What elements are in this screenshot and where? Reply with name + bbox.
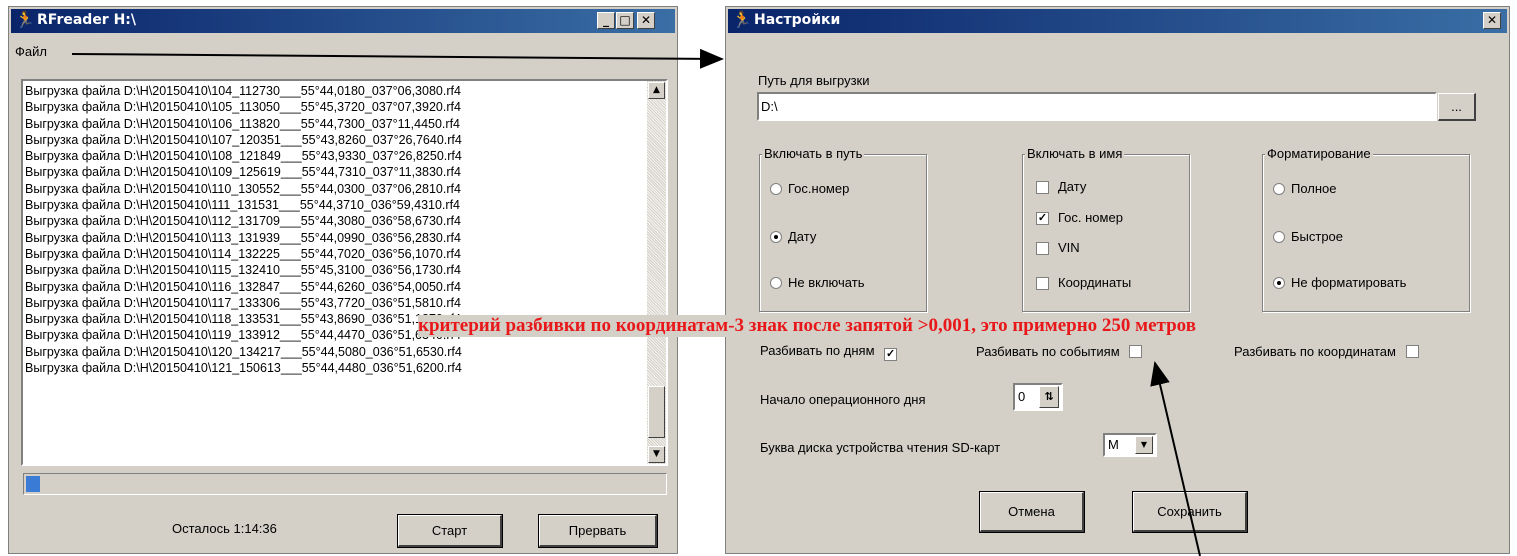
log-line: Выгрузка файла D:\H\20150410\108_121849_…	[25, 149, 462, 164]
scroll-thumb[interactable]	[648, 386, 665, 438]
split-coords[interactable]: Разбивать по координатам	[1234, 343, 1419, 359]
log-line: Выгрузка файла D:\H\20150410\111_131531_…	[25, 198, 460, 213]
radio-button	[1273, 277, 1285, 289]
radio-format-full[interactable]: Полное	[1273, 181, 1337, 196]
main-title-bar[interactable]: 🏃 RFreader H:\ _ □ ✕	[11, 9, 675, 33]
menu-file[interactable]: Файл	[15, 44, 47, 59]
log-scrollbar[interactable]: ▲ ▼	[647, 81, 666, 464]
rfreader-window: 🏃 RFreader H:\ _ □ ✕ Файл Выгрузка файла…	[8, 6, 678, 554]
check-name-date[interactable]: Дату	[1036, 179, 1086, 194]
log-line: Выгрузка файла D:\H\20150410\120_134217_…	[25, 344, 462, 359]
day-start-value: 0	[1018, 389, 1026, 404]
group-include-name-legend: Включать в имя	[1025, 146, 1125, 161]
sd-drive-label: Буква диска устройства чтения SD-карт	[760, 440, 1001, 455]
log-line: Выгрузка файла D:\H\20150410\117_133306_…	[25, 295, 461, 310]
log-line: Выгрузка файла D:\H\20150410\110_130552_…	[25, 181, 461, 196]
radio-button	[770, 183, 782, 195]
log-list: Выгрузка файла D:\H\20150410\104_112730_…	[25, 83, 643, 463]
split-days[interactable]: Разбивать по дням ✓	[760, 343, 898, 361]
radio-button	[1273, 183, 1285, 195]
log-line: Выгрузка файла D:\H\20150410\112_131709_…	[25, 214, 461, 229]
radio-path-plate[interactable]: Гос.номер	[770, 181, 849, 196]
group-include-name: Включать в имя Дату ✓ Гос. номер VIN Коо…	[1022, 146, 1190, 312]
save-button[interactable]: Сохранить	[1132, 491, 1248, 533]
start-button[interactable]: Старт	[397, 514, 503, 548]
close-icon[interactable]: ✕	[1483, 12, 1501, 29]
group-formatting-legend: Форматирование	[1265, 146, 1373, 161]
log-line: Выгрузка файла D:\H\20150410\116_132847_…	[25, 279, 461, 294]
chevron-down-icon[interactable]: ▼	[1135, 436, 1153, 454]
day-start-spinner[interactable]: 0 ⇅	[1013, 383, 1063, 411]
scroll-down-icon[interactable]: ▼	[648, 446, 665, 463]
sd-drive-value: M	[1108, 437, 1119, 452]
log-line: Выгрузка файла D:\H\20150410\106_113820_…	[25, 116, 460, 131]
log-line: Выгрузка файла D:\H\20150410\109_125619_…	[25, 165, 461, 180]
log-line: Выгрузка файла D:\H\20150410\107_120351_…	[25, 132, 462, 147]
radio-format-quick[interactable]: Быстрое	[1273, 229, 1343, 244]
checkbox: ✓	[1036, 212, 1049, 225]
settings-title-bar[interactable]: 🏃 Настройки ✕	[728, 9, 1507, 33]
minimize-icon[interactable]: _	[597, 12, 615, 29]
browse-button[interactable]: ...	[1438, 93, 1476, 121]
main-window-title: RFreader H:\	[37, 12, 137, 28]
progress-bar	[23, 473, 667, 495]
radio-path-date[interactable]: Дату	[770, 229, 816, 244]
annotation-text: критерий разбивки по координатам-3 знак …	[418, 315, 1196, 337]
settings-window: 🏃 Настройки ✕ Путь для выгрузки D:\ ... …	[725, 6, 1510, 554]
scroll-up-icon[interactable]: ▲	[648, 82, 665, 99]
spin-updown-icon[interactable]: ⇅	[1039, 386, 1059, 408]
settings-window-title: Настройки	[754, 12, 841, 28]
checkbox	[1036, 277, 1049, 290]
check-name-plate[interactable]: ✓ Гос. номер	[1036, 210, 1123, 225]
group-include-path-legend: Включать в путь	[762, 146, 865, 161]
log-line: Выгрузка файла D:\H\20150410\113_131939_…	[25, 230, 461, 245]
log-line: Выгрузка файла D:\H\20150410\115_132410_…	[25, 263, 461, 278]
checkbox	[1036, 242, 1049, 255]
check-name-coords[interactable]: Координаты	[1036, 275, 1131, 290]
split-events[interactable]: Разбивать по событиям	[976, 343, 1143, 359]
checkbox	[1129, 345, 1143, 358]
path-input[interactable]: D:\	[757, 92, 1437, 121]
abort-button[interactable]: Прервать	[538, 514, 658, 548]
radio-format-none[interactable]: Не форматировать	[1273, 275, 1406, 290]
group-formatting: Форматирование Полное Быстрое Не формати…	[1262, 146, 1470, 312]
running-man-icon: 🏃	[732, 12, 752, 29]
checkbox	[1405, 345, 1419, 358]
progress-fill	[26, 476, 40, 492]
checkbox: ✓	[884, 348, 898, 361]
path-input-value: D:\	[761, 99, 778, 114]
path-label: Путь для выгрузки	[758, 73, 870, 88]
check-name-vin[interactable]: VIN	[1036, 240, 1080, 255]
radio-button	[1273, 231, 1285, 243]
log-line: Выгрузка файла D:\H\20150410\114_132225_…	[25, 246, 461, 261]
sd-drive-select[interactable]: M ▼	[1103, 433, 1157, 457]
cancel-button[interactable]: Отмена	[979, 491, 1085, 533]
remaining-time: Осталось 1:14:36	[172, 521, 277, 536]
close-icon[interactable]: ✕	[637, 12, 655, 29]
group-include-path: Включать в путь Гос.номер Дату Не включа…	[759, 146, 927, 312]
log-line: Выгрузка файла D:\H\20150410\104_112730_…	[25, 84, 461, 98]
checkbox	[1036, 181, 1049, 194]
radio-path-none[interactable]: Не включать	[770, 275, 864, 290]
log-line: Выгрузка файла D:\H\20150410\121_150613_…	[25, 361, 462, 376]
log-line: Выгрузка файла D:\H\20150410\105_113050_…	[25, 100, 461, 115]
radio-button	[770, 231, 782, 243]
log-listbox[interactable]: Выгрузка файла D:\H\20150410\104_112730_…	[21, 79, 668, 466]
maximize-icon[interactable]: □	[616, 12, 634, 29]
running-man-icon: 🏃	[15, 12, 35, 29]
day-start-label: Начало операционного дня	[760, 392, 926, 407]
radio-button	[770, 277, 782, 289]
